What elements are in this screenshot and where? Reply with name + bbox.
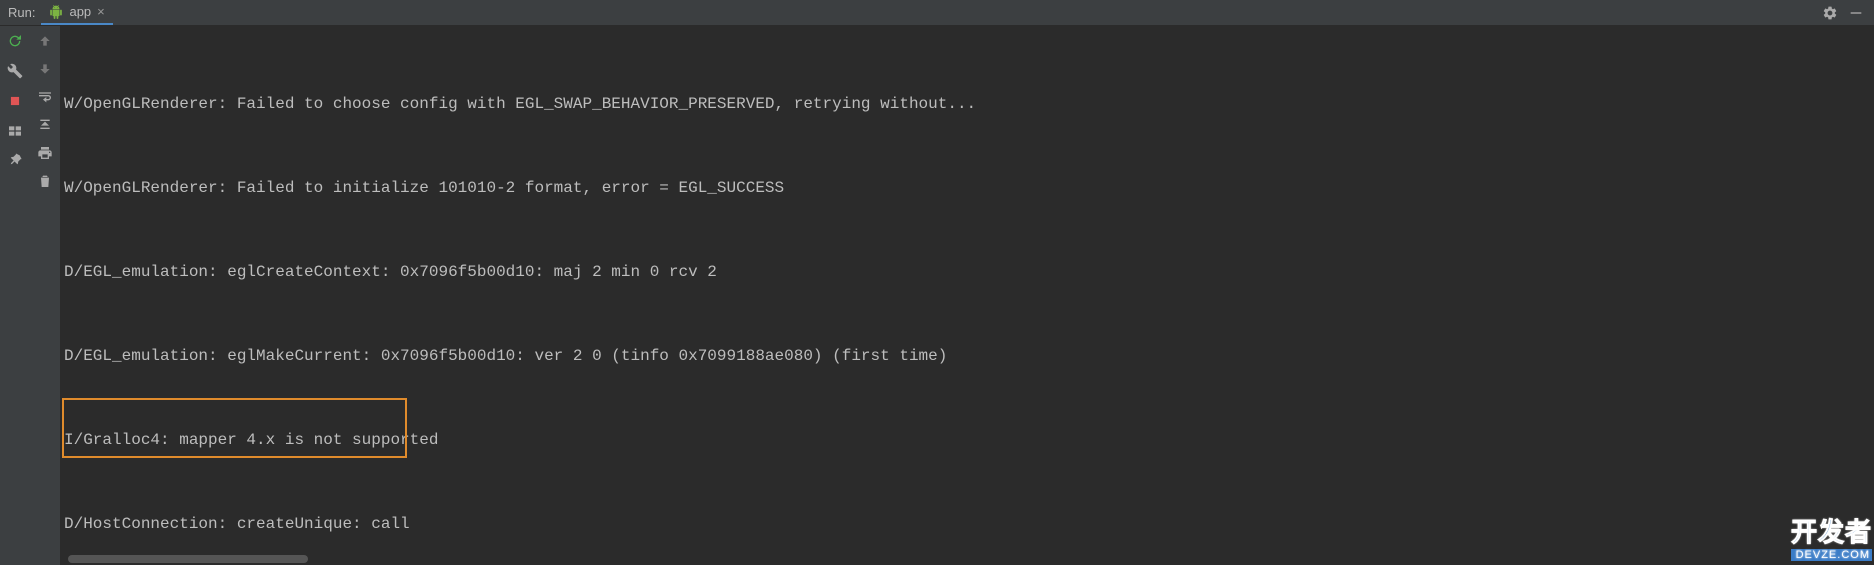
- log-line: D/EGL_emulation: eglCreateContext: 0x709…: [64, 258, 1870, 286]
- gear-icon[interactable]: [1822, 5, 1838, 21]
- console-output[interactable]: W/OpenGLRenderer: Failed to choose confi…: [60, 26, 1874, 565]
- rerun-icon[interactable]: [6, 32, 24, 50]
- title-bar: Run: app ×: [0, 0, 1874, 26]
- horizontal-scrollbar[interactable]: [68, 555, 308, 563]
- pin-icon[interactable]: [6, 152, 24, 170]
- tab-app[interactable]: app ×: [41, 1, 112, 25]
- watermark: 开发者 DEVZE.COM: [1791, 512, 1872, 561]
- soft-wrap-icon[interactable]: [36, 88, 54, 106]
- watermark-sub: DEVZE.COM: [1791, 549, 1872, 561]
- log-line: W/OpenGLRenderer: Failed to choose confi…: [64, 90, 1870, 118]
- log-line: I/Gralloc4: mapper 4.x is not supported: [64, 426, 1870, 454]
- left-gutter: [0, 26, 30, 565]
- delete-icon[interactable]: [36, 172, 54, 190]
- console-area: W/OpenGLRenderer: Failed to choose confi…: [60, 26, 1874, 565]
- tab-label: app: [69, 4, 91, 19]
- android-icon: [49, 5, 63, 19]
- watermark-main: 开发者: [1791, 517, 1872, 547]
- up-icon[interactable]: [36, 32, 54, 50]
- close-icon[interactable]: ×: [97, 4, 105, 19]
- print-icon[interactable]: [36, 144, 54, 162]
- down-icon[interactable]: [36, 60, 54, 78]
- log-line: W/OpenGLRenderer: Failed to initialize 1…: [64, 174, 1870, 202]
- layout-icon[interactable]: [6, 122, 24, 140]
- run-label: Run:: [6, 5, 41, 20]
- minimize-icon[interactable]: [1848, 5, 1864, 21]
- scroll-to-end-icon[interactable]: [36, 116, 54, 134]
- stop-icon[interactable]: [6, 92, 24, 110]
- log-line: D/HostConnection: createUnique: call: [64, 510, 1870, 538]
- wrench-icon[interactable]: [6, 62, 24, 80]
- toolbar-column: [30, 26, 60, 565]
- log-line: D/EGL_emulation: eglMakeCurrent: 0x7096f…: [64, 342, 1870, 370]
